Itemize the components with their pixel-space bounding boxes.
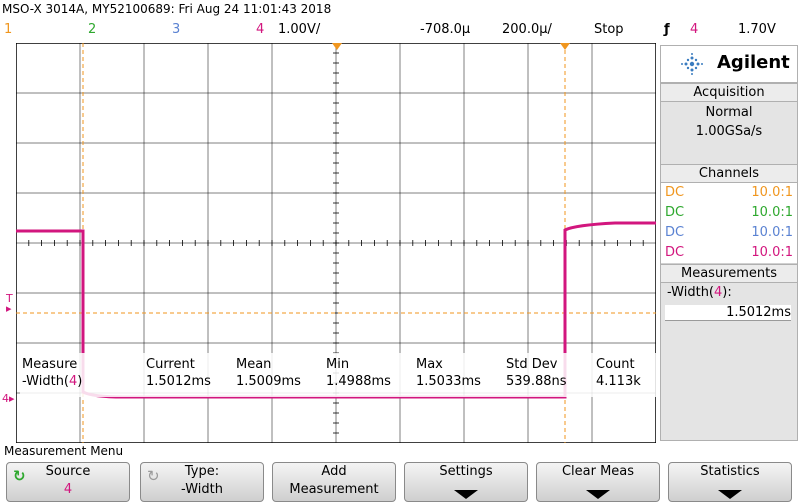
- acquisition-header: Acquisition: [661, 83, 797, 102]
- channels-header: Channels: [661, 164, 797, 183]
- meas-header-count: Count: [596, 357, 635, 372]
- trigger-level: 1.70V: [738, 22, 776, 37]
- trigger-level-marker-label: T: [6, 292, 13, 305]
- measurements-header: Measurements: [661, 264, 797, 283]
- meas-count-value: 4.113k: [596, 374, 641, 389]
- meas-header-current: Current: [146, 357, 195, 372]
- trigger-edge-icon: ƒ: [664, 22, 670, 37]
- add-measurement-line1: Add: [321, 464, 347, 479]
- menu-title: Measurement Menu: [4, 444, 124, 458]
- channel-3-indicator[interactable]: 3: [172, 22, 180, 37]
- submenu-arrow-icon: [586, 490, 610, 499]
- clear-meas-softkey[interactable]: Clear Meas: [536, 462, 660, 502]
- ch2-coupling: DC: [665, 205, 685, 220]
- side-meas-label-suffix: ):: [722, 285, 732, 300]
- ch4-probe: 10.0:1: [751, 245, 793, 260]
- meas-header-stddev: Std Dev: [506, 357, 558, 372]
- meas-header-max: Max: [416, 357, 443, 372]
- status-bar: 1 2 3 4 1.00V/ -708.0µ 200.0µ/ Stop ƒ 4 …: [0, 20, 800, 42]
- type-softkey[interactable]: ↻ Type: -Width: [140, 462, 264, 502]
- entry-knob-icon: ↻: [13, 467, 26, 485]
- horizontal-delay: -708.0µ: [420, 22, 471, 37]
- run-state: Stop: [594, 22, 624, 37]
- channel-2-indicator[interactable]: 2: [88, 22, 96, 37]
- clear-meas-softkey-label: Clear Meas: [561, 464, 635, 479]
- meas-header-measure: Measure: [22, 357, 78, 372]
- side-meas-label: -Width(4):: [667, 285, 732, 300]
- settings-softkey[interactable]: Settings: [404, 462, 528, 502]
- brand-name: Agilent: [717, 52, 790, 73]
- submenu-arrow-icon: [454, 490, 478, 499]
- trigger-level-marker[interactable]: T ▸: [6, 292, 13, 314]
- source-softkey[interactable]: ↻ Source 4: [6, 462, 130, 502]
- brand-logo: Agilent: [661, 46, 797, 83]
- ground-marker-ch4[interactable]: 4▸: [2, 392, 15, 405]
- meas-min-value: 1.4988ms: [326, 374, 391, 389]
- meas-row-label-suffix: ): [77, 374, 83, 389]
- window-title: MSO-X 3014A, MY52100689: Fri Aug 24 11:0…: [2, 2, 332, 16]
- channel-4-row[interactable]: DC 10.0:1: [661, 243, 797, 264]
- acquisition-rate: 1.00GSa/s: [695, 124, 763, 139]
- statistics-softkey[interactable]: Statistics: [668, 462, 792, 502]
- ch3-coupling: DC: [665, 225, 685, 240]
- entry-knob-icon-inactive: ↻: [147, 467, 160, 485]
- ground-marker-label: 4: [2, 392, 9, 405]
- add-measurement-line2: Measurement: [289, 482, 379, 497]
- side-meas-label-prefix: -Width(: [667, 285, 715, 300]
- meas-header-min: Min: [326, 357, 350, 372]
- meas-row-label: -Width(4): [22, 374, 82, 389]
- add-measurement-softkey[interactable]: Add Measurement: [272, 462, 396, 502]
- ch1-coupling: DC: [665, 185, 685, 200]
- channel-1-indicator[interactable]: 1: [4, 22, 12, 37]
- timebase-scale: 200.0µ/: [502, 22, 552, 37]
- channel-2-row[interactable]: DC 10.0:1: [661, 203, 797, 224]
- meas-row-label-prefix: -Width(: [22, 374, 70, 389]
- ch3-probe: 10.0:1: [751, 225, 793, 240]
- acquisition-mode: Normal: [705, 105, 753, 120]
- channel-4-scale: 1.00V/: [278, 22, 321, 37]
- meas-mean-value: 1.5009ms: [236, 374, 301, 389]
- agilent-spark-icon: [681, 53, 703, 75]
- settings-softkey-label: Settings: [439, 464, 493, 479]
- channel-1-row[interactable]: DC 10.0:1: [661, 183, 797, 204]
- meas-max-value: 1.5033ms: [416, 374, 481, 389]
- submenu-arrow-icon: [718, 490, 742, 499]
- ch1-probe: 10.0:1: [751, 185, 793, 200]
- meas-stddev-value: 539.88ns: [506, 374, 567, 389]
- channel-4-indicator[interactable]: 4: [256, 22, 264, 37]
- ch2-probe: 10.0:1: [751, 205, 793, 220]
- side-meas-value: 1.5012ms: [665, 305, 791, 321]
- meas-header-mean: Mean: [236, 357, 272, 372]
- meas-current-value: 1.5012ms: [146, 374, 211, 389]
- trigger-source: 4: [690, 22, 699, 37]
- statistics-softkey-label: Statistics: [700, 464, 760, 479]
- ch4-coupling: DC: [665, 245, 685, 260]
- channel-3-row[interactable]: DC 10.0:1: [661, 223, 797, 244]
- side-panel: Agilent Acquisition Normal 1.00GSa/s Cha…: [660, 45, 798, 441]
